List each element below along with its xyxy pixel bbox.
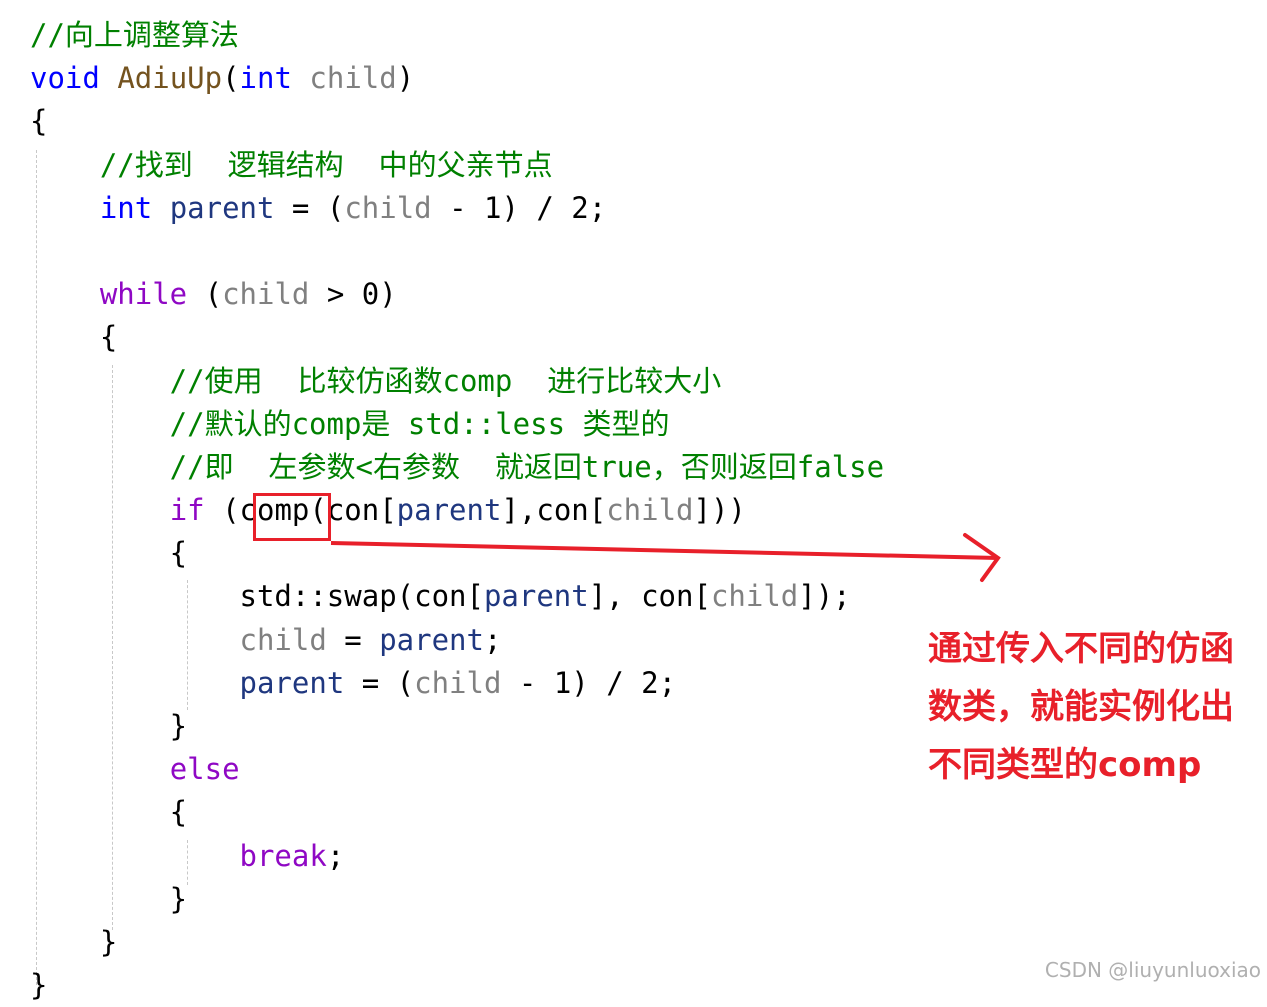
arrow-shaft	[330, 541, 999, 560]
annotation-arrow-icon	[330, 533, 1001, 582]
annotation-text: 通过传入不同的仿函 数类，就能实例化出 不同类型的comp	[928, 629, 1234, 785]
watermark: CSDN @liuyunluoxiao	[1044, 958, 1261, 982]
